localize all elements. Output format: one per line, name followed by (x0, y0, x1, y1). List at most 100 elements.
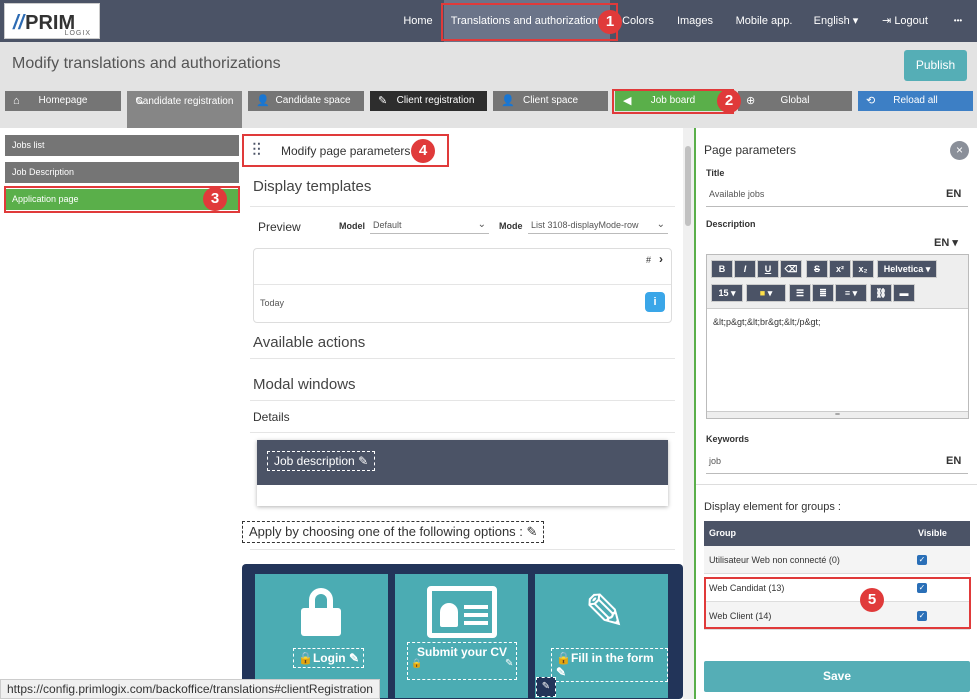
rich-text-editor[interactable]: B I U ⌫ S x² x₂ Helvetica ▾ 15 ▾ ■ ▾ ☰ ≣… (706, 254, 969, 419)
chevron-down-icon: ⌄ (477, 219, 486, 230)
strikethrough-button[interactable]: S (806, 260, 828, 278)
refresh-icon: ⟲ (866, 95, 876, 107)
callout-2: 2 (717, 89, 741, 113)
sliders-icon: ⫶⫶ (252, 140, 261, 160)
resize-handle[interactable]: ═ (707, 411, 968, 418)
tab-client-space[interactable]: 👤 Client space (493, 91, 608, 111)
bullet-list-icon[interactable]: ☰ (789, 284, 811, 302)
globe-icon: ⊕ (746, 95, 756, 107)
numbered-list-icon[interactable]: ≣ (812, 284, 834, 302)
tab-candidate-registration[interactable]: ✎ Candidate registration (127, 91, 242, 128)
tab-candidate-space[interactable]: 👤 Candidate space (248, 91, 364, 111)
callout-1: 1 (598, 10, 622, 34)
highlight-color-icon: ■ (759, 288, 766, 298)
title-label: Title (706, 168, 725, 178)
nav-colors[interactable]: Colors (620, 0, 656, 42)
caret-down-icon: ▾ (852, 15, 859, 27)
group-row: Utilisateur Web non connecté (0) ✓ (704, 546, 970, 574)
title-input[interactable]: Available jobs (706, 185, 968, 207)
mode-label: Mode (499, 221, 523, 231)
user-tie-icon: 👤 (501, 95, 515, 107)
language-dropdown[interactable]: English ▾ (810, 0, 862, 42)
pencil-icon: ✎ (358, 454, 369, 468)
save-button[interactable]: Save (704, 661, 970, 692)
font-family-dropdown[interactable]: Helvetica ▾ (877, 260, 937, 278)
available-actions-heading: Available actions (253, 334, 366, 351)
apply-text-editable[interactable]: Apply by choosing one of the following o… (242, 521, 545, 543)
group-row: Web Client (14) ✓ (704, 602, 970, 630)
subscript-button[interactable]: x₂ (852, 260, 874, 278)
logo-bars-icon: // (13, 12, 25, 34)
pencil-icon: ✎ (526, 524, 538, 539)
id-card-icon (427, 586, 497, 638)
page-list-panel: Jobs list Job Description Application pa… (0, 128, 240, 699)
section-tabs: ⌂ Homepage ✎ Candidate registration 👤 Candi… (0, 88, 977, 128)
chevron-right-icon[interactable]: › (659, 252, 663, 266)
login-editable[interactable]: 🔒Login ✎ (293, 648, 365, 668)
info-icon[interactable]: i (645, 292, 665, 312)
description-label: Description (706, 219, 756, 229)
page-parameters-heading: Page parameters (704, 143, 797, 157)
visible-checkbox[interactable]: ✓ (917, 555, 927, 565)
groups-table-header: Group Visible (704, 521, 970, 546)
job-description-editable[interactable]: Job description ✎ (267, 451, 376, 471)
reload-all-button[interactable]: ⟲ Reload all (858, 91, 973, 111)
user-icon: 👤 (256, 95, 270, 107)
primlogix-logo[interactable]: //PRIM LOGIX (4, 3, 100, 39)
highlight-color-dropdown[interactable]: ■ ▾ (746, 284, 786, 302)
preview-label: Preview (258, 220, 301, 234)
pencil-icon: ✎ (348, 651, 360, 665)
bold-button[interactable]: B (711, 260, 733, 278)
lock-icon (301, 588, 341, 636)
align-dropdown-icon[interactable]: ≡ ▾ (835, 284, 867, 302)
page-title: Modify translations and authorizations (12, 55, 281, 72)
nav-images[interactable]: Images (672, 0, 718, 42)
eraser-icon[interactable]: ⌫ (780, 260, 802, 278)
editor-content[interactable]: &lt;p&gt;&lt;br&gt;&lt;/p&gt; (713, 317, 821, 327)
model-select[interactable]: Default ⌄ (370, 216, 489, 234)
display-templates-heading: Display templates (253, 178, 372, 195)
caret-down-icon: ▾ (952, 237, 958, 249)
logout-link[interactable]: ⇥ Logout (878, 0, 932, 42)
nav-home[interactable]: Home (398, 0, 438, 42)
description-lang-dropdown[interactable]: EN ▾ (934, 236, 958, 249)
title-lang-label: EN (946, 188, 962, 200)
lock-icon: 🔒 (411, 658, 423, 668)
video-icon[interactable]: ▬ (893, 284, 915, 302)
visible-checkbox[interactable]: ✓ (917, 611, 927, 621)
visible-checkbox[interactable]: ✓ (917, 583, 927, 593)
tab-client-registration[interactable]: ✎ Client registration (370, 91, 487, 111)
font-size-dropdown[interactable]: 15 ▾ (711, 284, 743, 302)
callout-3: 3 (203, 187, 227, 211)
editor-scrollbar[interactable] (683, 128, 694, 699)
lock-icon: 🔒 (298, 651, 313, 665)
pencil-icon[interactable]: ✎ (536, 677, 556, 697)
nav-translations[interactable]: Translations and authorizations (444, 0, 610, 42)
submit-cv-tile[interactable]: Submit your CV 🔒 ✎ (395, 574, 528, 698)
fill-form-editable[interactable]: 🔒Fill in the form ✎ (551, 648, 668, 682)
modify-page-parameters-link[interactable]: Modify page parameters (281, 144, 410, 158)
tab-global[interactable]: ⊕ Global (738, 91, 852, 111)
status-bar-url: https://config.primlogix.com/backoffice/… (0, 679, 380, 699)
more-menu-icon[interactable]: ••• (946, 0, 970, 42)
tab-homepage[interactable]: ⌂ Homepage (5, 91, 121, 111)
page-item-jobs-list[interactable]: Jobs list (5, 135, 239, 156)
underline-button[interactable]: U (757, 260, 779, 278)
preview-card: # › Today i (253, 248, 672, 323)
callout-4: 4 (411, 139, 435, 163)
edit-icon: ✎ (135, 96, 145, 108)
keywords-input[interactable]: job (706, 452, 968, 474)
groups-label: Display element for groups : (704, 501, 841, 513)
tab-job-board[interactable]: ◀ Job board (615, 91, 731, 111)
submit-cv-editable[interactable]: Submit your CV (407, 642, 517, 680)
page-item-job-description[interactable]: Job Description (5, 162, 239, 183)
mode-select[interactable]: List 3108-displayMode-row ⌄ (528, 216, 668, 234)
nav-mobile-app[interactable]: Mobile app. (732, 0, 796, 42)
top-navbar: //PRIM LOGIX Home Translations and autho… (0, 0, 977, 42)
publish-button[interactable]: Publish (904, 50, 967, 81)
link-icon[interactable]: ⛓ (870, 284, 892, 302)
superscript-button[interactable]: x² (829, 260, 851, 278)
italic-button[interactable]: I (734, 260, 756, 278)
close-icon[interactable]: × (950, 141, 969, 160)
details-label: Details (253, 410, 290, 424)
